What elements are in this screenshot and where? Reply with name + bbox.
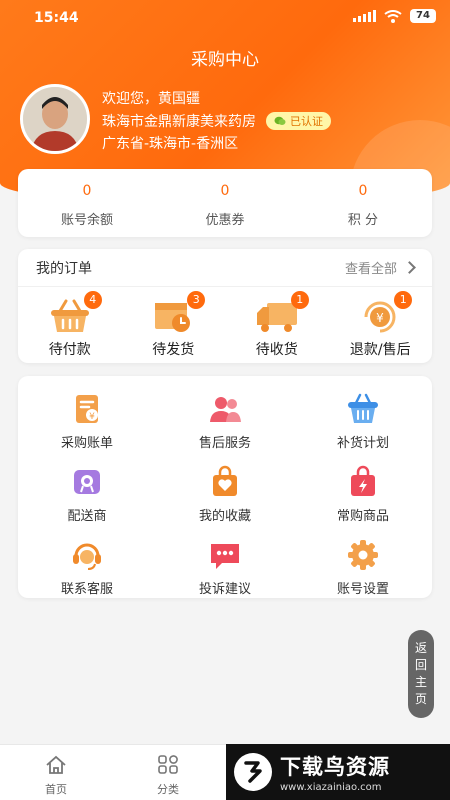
tab-label: 分类: [157, 783, 179, 796]
stat-label: 优惠券: [205, 213, 245, 228]
watermark-logo-icon: [234, 753, 272, 791]
refund-icon: ¥ 1: [358, 291, 413, 335]
orders-header: 我的订单 查看全部: [18, 249, 432, 287]
stat-label: 账号余额: [60, 213, 113, 228]
chevron-right-icon: [403, 261, 416, 274]
box-clock-icon: 3: [151, 291, 206, 335]
view-all-label: 查看全部: [344, 262, 397, 277]
service-frequent-items[interactable]: 常购商品: [294, 465, 432, 524]
services-grid: ¥ 采购账单 售后服务 补货计划 配送商 我的收藏 常购商品 联系客服 投诉建议…: [18, 376, 432, 597]
flash-bag-icon: [346, 465, 380, 499]
home-icon: [46, 755, 66, 774]
services-card: ¥ 采购账单 售后服务 补货计划 配送商 我的收藏 常购商品 联系客服 投诉建议…: [18, 376, 432, 598]
battery-icon: 74: [410, 9, 436, 23]
truck-icon: 1: [255, 291, 309, 335]
basket-icon: 4: [48, 291, 102, 335]
view-all-orders-link[interactable]: 查看全部: [344, 258, 416, 277]
verified-label: 已认证: [290, 115, 323, 128]
service-complaints[interactable]: 投诉建议: [156, 538, 294, 597]
stat-label: 积 分: [347, 213, 379, 228]
watermark-text: 下载鸟资源 www.xiazainiao.com: [280, 751, 390, 793]
tab-label: 首页: [45, 783, 67, 796]
bill-icon: ¥: [70, 392, 104, 426]
service-label: 配送商: [67, 509, 107, 524]
watermark-url: www.xiazainiao.com: [280, 782, 382, 793]
status-bar: 15:44 74: [0, 0, 450, 36]
back-home-char: 页: [414, 692, 427, 706]
site-watermark: 下载鸟资源 www.xiazainiao.com: [226, 744, 450, 800]
service-restock-plan[interactable]: 补货计划: [294, 392, 432, 451]
orders-title: 我的订单: [36, 260, 92, 277]
service-favorites[interactable]: 我的收藏: [156, 465, 294, 524]
users-icon: [208, 392, 242, 426]
back-home-char: 返: [414, 641, 427, 655]
basket-icon: [346, 392, 380, 426]
stat-balance[interactable]: 0 账号余额: [18, 169, 156, 237]
service-label: 常购商品: [336, 509, 389, 524]
order-status-row: 4 待付款 3 待发货 1 待收货 ¥ 1 退款/售后: [18, 287, 432, 359]
service-label: 我的收藏: [198, 509, 251, 524]
service-label: 补货计划: [336, 436, 389, 451]
service-label: 投诉建议: [198, 582, 251, 597]
avatar[interactable]: [20, 84, 90, 154]
back-home-char: 回: [414, 658, 427, 672]
headset-icon: [70, 538, 104, 572]
stat-value: 0: [220, 183, 230, 199]
watermark-title: 下载鸟资源: [280, 755, 390, 779]
order-count-badge: 4: [83, 291, 102, 309]
order-refund[interactable]: ¥ 1 退款/售后: [329, 291, 433, 359]
page-title: 采购中心: [191, 50, 259, 70]
service-label: 售后服务: [198, 436, 251, 451]
tab-home[interactable]: 首页: [0, 745, 112, 800]
service-purchase-bill[interactable]: ¥ 采购账单: [18, 392, 156, 451]
order-label: 待付款: [48, 342, 91, 358]
gear-icon: [346, 538, 380, 572]
wechat-icon: [274, 116, 286, 125]
service-label: 联系客服: [60, 582, 113, 597]
order-label: 待收货: [255, 342, 298, 358]
service-after-sales[interactable]: 售后服务: [156, 392, 294, 451]
back-home-button[interactable]: 返 回 主 页: [408, 630, 434, 718]
stat-value: 0: [358, 183, 368, 199]
order-pending-payment[interactable]: 4 待付款: [18, 291, 122, 359]
signal-icon: [353, 10, 376, 22]
stat-points[interactable]: 0 积 分: [294, 169, 432, 237]
service-customer-support[interactable]: 联系客服: [18, 538, 156, 597]
back-home-char: 主: [414, 675, 427, 689]
badge-icon: [70, 465, 104, 499]
order-label: 待发货: [152, 342, 195, 358]
heart-bag-icon: [208, 465, 242, 499]
svg-text:¥: ¥: [376, 311, 384, 325]
orders-card: 我的订单 查看全部 4 待付款 3 待发货 1 待收货 ¥ 1 退款/售后: [18, 249, 432, 363]
status-time: 15:44: [34, 10, 79, 26]
service-distributor[interactable]: 配送商: [18, 465, 156, 524]
order-pending-receipt[interactable]: 1 待收货: [225, 291, 329, 359]
stat-coupons[interactable]: 0 优惠券: [156, 169, 294, 237]
store-line: 珠海市金鼎新康美来药房 已认证: [102, 111, 331, 131]
order-count-badge: 1: [394, 291, 413, 309]
service-label: 采购账单: [60, 436, 113, 451]
grid-icon: [158, 755, 178, 774]
chat-icon: [208, 538, 242, 572]
store-name: 珠海市金鼎新康美来药房: [102, 114, 256, 130]
order-pending-shipment[interactable]: 3 待发货: [122, 291, 226, 359]
order-count-badge: 3: [187, 291, 206, 309]
stats-card: 0 账号余额 0 优惠券 0 积 分: [18, 169, 432, 237]
welcome-text: 欢迎您，黄国疆: [102, 91, 200, 107]
stat-value: 0: [82, 183, 92, 199]
order-label: 退款/售后: [349, 342, 411, 358]
service-label: 账号设置: [336, 582, 389, 597]
wifi-icon: [384, 9, 402, 23]
service-account-settings[interactable]: 账号设置: [294, 538, 432, 597]
tab-category[interactable]: 分类: [112, 745, 224, 800]
verified-badge: 已认证: [266, 112, 331, 130]
order-count-badge: 1: [290, 291, 309, 309]
location-text: 广东省-珠海市-香洲区: [102, 136, 239, 152]
status-icons: 74: [353, 9, 436, 23]
svg-text:¥: ¥: [89, 412, 95, 422]
